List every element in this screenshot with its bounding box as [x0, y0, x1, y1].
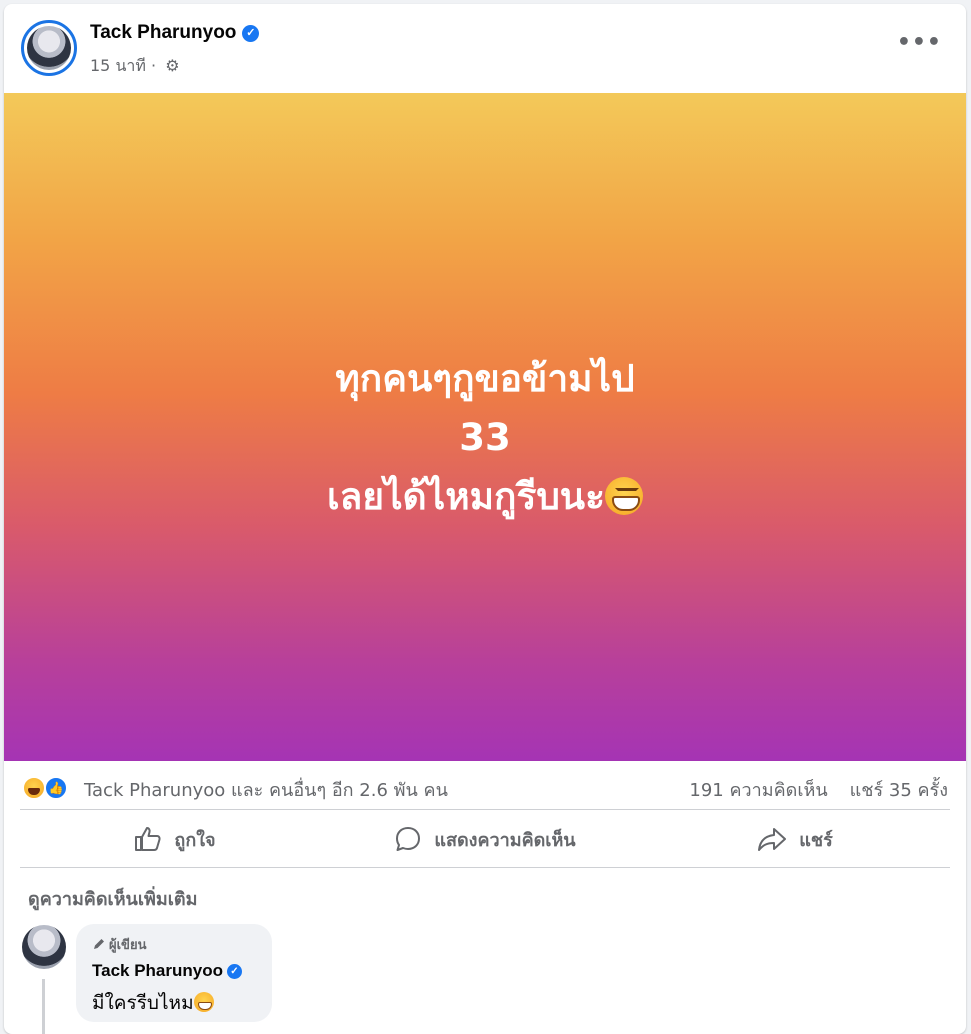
- share-icon: [757, 826, 787, 852]
- grinning-face-emoji-icon: [604, 477, 643, 515]
- author-badge-label: ผู้เขียน: [109, 938, 147, 953]
- author-name-link[interactable]: Tack Pharunyoo ✓: [90, 22, 260, 44]
- comment-button[interactable]: แสดงความคิดเห็น: [330, 810, 640, 868]
- divider: [20, 867, 950, 868]
- like-button[interactable]: ถูกใจ: [20, 810, 330, 868]
- post-time[interactable]: 15 นาที: [90, 56, 146, 75]
- comment-share-counts: 191 ความคิดเห็น แชร์ 35 ครั้ง: [689, 775, 948, 804]
- verified-badge-icon: ✓: [242, 25, 260, 42]
- post-text-line-2: 33: [459, 416, 511, 459]
- post-background: ทุกคนๆกูขอข้ามไป 33 เลยได้ไหมกูรีบนะ: [4, 93, 966, 761]
- like-reaction-icon: 👍: [44, 776, 68, 800]
- author-badge: ผู้เขียน: [92, 934, 146, 955]
- grinning-face-emoji-icon: [193, 992, 214, 1012]
- comment-button-label: แสดงความคิดเห็น: [434, 829, 576, 851]
- post-meta: 15 นาที · ⚙: [90, 54, 180, 79]
- like-button-label: ถูกใจ: [174, 829, 216, 851]
- comments-count[interactable]: 191 ความคิดเห็น: [689, 780, 827, 801]
- commenter-name-link[interactable]: Tack Pharunyoo ✓: [92, 961, 242, 981]
- comment-text: มีใครรีบไหม: [92, 988, 214, 1018]
- post-header: Tack Pharunyoo ✓ 15 นาที · ⚙ •••: [4, 4, 966, 94]
- author-name[interactable]: Tack Pharunyoo: [90, 22, 236, 43]
- like-icon: [134, 826, 162, 852]
- shares-count[interactable]: แชร์ 35 ครั้ง: [850, 780, 948, 801]
- share-button-label: แชร์: [799, 829, 833, 851]
- post-stats: 👍 Tack Pharunyoo และ คนอื่นๆ อีก 2.6 พัน…: [4, 766, 966, 810]
- pencil-icon: [94, 939, 104, 949]
- author-avatar[interactable]: [21, 20, 77, 76]
- post-actions: ถูกใจ แสดงความคิดเห็น แชร์: [20, 810, 950, 868]
- view-more-comments-link[interactable]: ดูความคิดเห็นเพิ่มเติม: [28, 884, 197, 913]
- post-text: ทุกคนๆกูขอข้ามไป 33 เลยได้ไหมกูรีบนะ: [4, 349, 966, 526]
- comment-icon: [394, 825, 422, 853]
- avatar-image: [27, 26, 71, 70]
- haha-reaction-icon: [22, 776, 46, 800]
- verified-badge-icon: ✓: [227, 964, 242, 979]
- post-card: Tack Pharunyoo ✓ 15 นาที · ⚙ ••• ทุกคนๆกู…: [4, 4, 966, 1034]
- commenter-avatar[interactable]: [22, 925, 66, 969]
- reaction-icons[interactable]: 👍: [22, 774, 76, 802]
- comment-bubble: ผู้เขียน Tack Pharunyoo ✓ มีใครรีบไหม: [76, 924, 272, 1022]
- commenter-name[interactable]: Tack Pharunyoo: [92, 961, 223, 980]
- more-options-button[interactable]: •••: [897, 30, 942, 55]
- post-text-line-3-text: เลยได้ไหมกูรีบนะ: [327, 475, 605, 518]
- meta-separator: ·: [151, 56, 157, 75]
- post-text-line-3: เลยได้ไหมกูรีบนะ: [4, 467, 966, 526]
- share-button[interactable]: แชร์: [640, 810, 950, 868]
- post-text-line-1: ทุกคนๆกูขอข้ามไป: [335, 357, 635, 400]
- comment-text-content: มีใครรีบไหม: [92, 992, 194, 1014]
- reactions-summary[interactable]: Tack Pharunyoo และ คนอื่นๆ อีก 2.6 พัน ค…: [84, 775, 448, 804]
- thread-line: [42, 979, 45, 1034]
- gear-icon: ⚙: [165, 56, 180, 75]
